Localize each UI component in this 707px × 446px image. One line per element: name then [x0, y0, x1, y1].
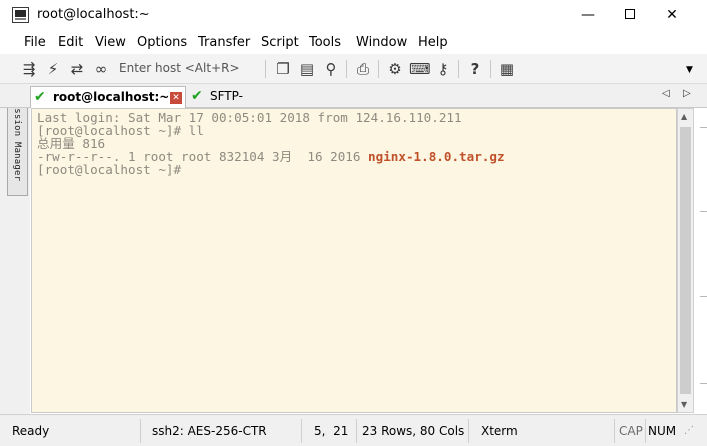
- find-icon[interactable]: ⚲: [321, 59, 341, 79]
- print-icon[interactable]: ⎙: [353, 59, 373, 79]
- status-bar: Ready ssh2: AES-256-CTR 5, 21 23 Rows, 8…: [0, 414, 707, 446]
- menu-transfer[interactable]: Transfer: [198, 35, 250, 50]
- tab-bar: ✔ root@localhost:~ ✕ ✔ SFTP-124.16.108.6…: [0, 84, 707, 123]
- toolbar-separator: [378, 60, 379, 78]
- status-separator: [356, 419, 357, 443]
- scroll-up-icon[interactable]: ▲: [681, 112, 687, 121]
- paste-icon[interactable]: ▤: [297, 59, 317, 79]
- copy-icon[interactable]: ❐: [273, 59, 293, 79]
- menu-file[interactable]: File: [24, 35, 46, 50]
- terminal-line: [root@localhost ~]# ll: [37, 123, 204, 138]
- connected-check-icon: ✔: [34, 89, 46, 105]
- status-separator: [645, 419, 646, 443]
- status-terminal-size: 23 Rows, 80 Cols: [362, 424, 465, 438]
- session-manager-label: Session Manager: [12, 97, 22, 182]
- quick-connect-icon[interactable]: ⚡: [43, 59, 63, 79]
- status-state: Ready: [12, 424, 50, 438]
- menu-tools[interactable]: Tools: [309, 35, 341, 50]
- connect-icon[interactable]: ⇶: [19, 59, 39, 79]
- divider: [700, 296, 707, 297]
- menu-bar: File Edit View Options Transfer Script T…: [0, 31, 707, 54]
- resize-grip-icon[interactable]: ⋰: [684, 421, 694, 441]
- menu-window[interactable]: Window: [356, 35, 407, 50]
- toolbar-separator: [490, 60, 491, 78]
- tab-sftp[interactable]: ✔ SFTP-124.16.108.65: [188, 86, 330, 123]
- menu-options[interactable]: Options: [137, 35, 187, 50]
- scroll-down-icon[interactable]: ▼: [681, 400, 687, 409]
- toolbar-separator: [458, 60, 459, 78]
- maximize-icon: [625, 8, 635, 19]
- session-manager-tab[interactable]: Session Manager: [7, 94, 28, 196]
- app-icon: [12, 7, 29, 23]
- toolbar-separator: [265, 60, 266, 78]
- tab-label: root@localhost:~: [53, 90, 170, 104]
- key-icon[interactable]: ⚷: [433, 59, 453, 79]
- host-input[interactable]: Enter host <Alt+R>: [119, 61, 240, 75]
- menu-view[interactable]: View: [95, 35, 126, 50]
- terminal-view[interactable]: Last login: Sat Mar 17 00:05:01 2018 fro…: [31, 108, 677, 413]
- maximize-button[interactable]: [607, 0, 653, 31]
- help-icon[interactable]: ?: [465, 59, 485, 79]
- divider: [700, 211, 707, 212]
- right-panel-edge: [694, 108, 707, 414]
- tab-prev-icon[interactable]: ◁: [662, 88, 670, 99]
- reconnect-icon[interactable]: ⇄: [67, 59, 87, 79]
- status-num-lock: NUM: [648, 424, 677, 438]
- menu-script[interactable]: Script: [261, 35, 299, 50]
- menu-help[interactable]: Help: [418, 35, 448, 50]
- menu-edit[interactable]: Edit: [58, 35, 83, 50]
- tab-root-localhost[interactable]: ✔ root@localhost:~ ✕: [30, 86, 186, 108]
- title-bar: root@localhost:~ — ✕: [0, 0, 707, 31]
- status-emulation: Xterm: [481, 424, 518, 438]
- file-name: nginx-1.8.0.tar.gz: [368, 149, 505, 164]
- connected-check-icon: ✔: [191, 88, 203, 104]
- tab-close-icon[interactable]: ✕: [170, 92, 182, 104]
- status-separator: [301, 419, 302, 443]
- status-separator: [614, 419, 615, 443]
- disconnect-icon[interactable]: ∞: [91, 59, 111, 79]
- terminal-scrollbar[interactable]: ▲ ▼: [677, 108, 694, 413]
- keymap-icon[interactable]: ⌨: [409, 59, 431, 79]
- toolbar-separator: [346, 60, 347, 78]
- scrollbar-thumb[interactable]: [680, 127, 691, 394]
- toolbar: ⇶ ⚡ ⇄ ∞ Enter host <Alt+R> ❐ ▤ ⚲ ⎙ ⚙ ⌨ ⚷…: [0, 54, 707, 84]
- toolbar-overflow-icon[interactable]: ▼: [686, 65, 693, 75]
- divider: [700, 383, 707, 384]
- status-cipher: ssh2: AES-256-CTR: [152, 424, 267, 438]
- status-separator: [140, 419, 141, 443]
- window-title: root@localhost:~: [37, 7, 150, 22]
- status-separator: [468, 419, 469, 443]
- terminal-prompt: [root@localhost ~]#: [37, 162, 182, 177]
- tab-next-icon[interactable]: ▷: [683, 88, 691, 99]
- status-cursor-position: 5, 21: [314, 424, 349, 438]
- settings-icon[interactable]: ⚙: [385, 59, 405, 79]
- close-button[interactable]: ✕: [649, 0, 695, 31]
- status-caps-lock: CAP: [619, 424, 643, 438]
- sftp-icon[interactable]: ▦: [497, 59, 517, 79]
- divider: [700, 127, 707, 128]
- minimize-button[interactable]: —: [565, 0, 611, 31]
